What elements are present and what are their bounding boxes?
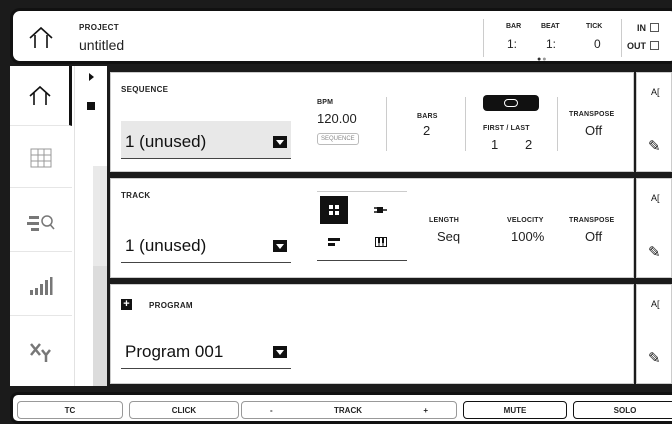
tick-label: TICK <box>586 23 603 30</box>
transport-strip <box>74 66 107 386</box>
out-toggle[interactable]: OUT <box>627 41 659 51</box>
text-edit-icon[interactable]: A[ <box>651 193 660 203</box>
scrollbar-thumb[interactable] <box>93 266 107 386</box>
bpm-value[interactable]: 120.00 <box>317 111 357 126</box>
click-button[interactable]: CLICK <box>129 401 239 419</box>
play-icon[interactable] <box>89 73 94 81</box>
out-label: OUT <box>627 41 646 51</box>
mode-sidebar <box>10 66 74 386</box>
sequence-panel: SEQUENCE 1 (unused) BPM 120.00 SEQUENCE … <box>110 72 634 172</box>
beat-value[interactable]: 1: <box>546 37 556 51</box>
sequence-title: SEQUENCE <box>121 85 169 94</box>
text-edit-icon[interactable]: A[ <box>651 87 660 97</box>
solo-button[interactable]: SOLO <box>573 401 672 419</box>
sidebar-item-xy[interactable] <box>10 322 72 382</box>
sidebar-item-browse[interactable] <box>10 192 72 252</box>
a-label: A <box>651 299 658 309</box>
tick-value[interactable]: 0 <box>594 37 601 51</box>
transpose-value[interactable]: Off <box>585 229 602 244</box>
divider <box>483 19 484 57</box>
piano-keys-icon[interactable] <box>367 228 395 256</box>
divider <box>557 97 558 151</box>
chevron-down-icon <box>273 346 287 358</box>
app-frame: PROJECT untitled BAR BEAT TICK 1: 1: 0 ●… <box>0 0 672 424</box>
chevron-down-icon <box>273 136 287 148</box>
velocity-value[interactable]: 100% <box>511 229 544 244</box>
track-type-selector <box>317 191 407 261</box>
bars-value[interactable]: 2 <box>423 123 430 138</box>
program-value: Program 001 <box>125 342 224 361</box>
transpose-label: TRANSPOSE <box>569 217 615 224</box>
track-side: A[ ✎ <box>636 178 672 278</box>
top-bar: PROJECT untitled BAR BEAT TICK 1: 1: 0 ●… <box>10 8 672 64</box>
tc-button[interactable]: TC <box>17 401 123 419</box>
in-toggle[interactable]: IN <box>637 23 659 33</box>
beat-label: BEAT <box>541 23 560 30</box>
sequence-side: A[ ✎ <box>636 72 672 172</box>
pencil-icon[interactable]: ✎ <box>648 137 661 155</box>
browse-icon <box>27 214 55 231</box>
sidebar-item-levels[interactable] <box>10 256 72 316</box>
track-value: 1 (unused) <box>125 236 207 255</box>
program-panel: + PROGRAM Program 001 <box>110 284 634 384</box>
text-edit-icon[interactable]: A[ <box>651 299 660 309</box>
length-label: LENGTH <box>429 217 459 224</box>
sequence-button[interactable]: SEQUENCE <box>317 133 359 145</box>
track-panel: TRACK 1 (unused) LENGTH Seq VELOCITY 100… <box>110 178 634 278</box>
bar-label: BAR <box>506 23 522 30</box>
stop-icon[interactable] <box>87 102 95 110</box>
bpm-label: BPM <box>317 99 334 106</box>
drum-grid-icon[interactable] <box>320 196 348 224</box>
keygroup-icon[interactable] <box>320 228 348 256</box>
sequence-value: 1 (unused) <box>125 132 207 151</box>
bottom-bar: TC CLICK - TRACK + MUTE SOLO <box>10 392 672 424</box>
loop-button[interactable] <box>483 95 539 111</box>
sidebar-item-home[interactable] <box>10 66 72 126</box>
add-program-button[interactable]: + <box>121 299 132 310</box>
mute-button[interactable]: MUTE <box>463 401 567 419</box>
bar-value[interactable]: 1: <box>507 37 517 51</box>
program-select[interactable]: Program 001 <box>121 331 291 369</box>
grid-icon <box>30 148 52 167</box>
plugin-icon[interactable] <box>367 196 395 224</box>
divider <box>386 97 387 151</box>
in-checkbox[interactable] <box>650 23 659 32</box>
track-label: TRACK <box>334 405 362 415</box>
track-minus-button[interactable]: - <box>270 406 273 415</box>
xy-icon <box>30 343 51 362</box>
track-select[interactable]: 1 (unused) <box>121 225 291 263</box>
a-label: A <box>651 87 658 97</box>
out-checkbox[interactable] <box>650 41 659 50</box>
pencil-icon[interactable]: ✎ <box>648 243 661 261</box>
track-title: TRACK <box>121 191 151 200</box>
transpose-label: TRANSPOSE <box>569 111 615 118</box>
sidebar-item-grid[interactable] <box>10 128 72 188</box>
divider <box>465 97 466 151</box>
home-icon[interactable] <box>27 25 55 51</box>
first-value[interactable]: 1 <box>491 137 498 152</box>
transpose-value[interactable]: Off <box>585 123 602 138</box>
length-value[interactable]: Seq <box>437 229 460 244</box>
first-last-label: FIRST / LAST <box>483 125 530 132</box>
levels-icon <box>30 276 53 295</box>
velocity-label: VELOCITY <box>507 217 544 224</box>
chevron-down-icon <box>273 240 287 252</box>
a-label: A <box>651 193 658 203</box>
project-label: PROJECT <box>79 23 119 32</box>
track-stepper[interactable]: - TRACK + <box>241 401 457 419</box>
bars-label: BARS <box>417 113 438 120</box>
pencil-icon[interactable]: ✎ <box>648 349 661 367</box>
program-title: PROGRAM <box>149 301 193 310</box>
divider <box>621 19 622 57</box>
track-plus-button[interactable]: + <box>423 406 428 415</box>
in-label: IN <box>637 23 646 33</box>
last-value[interactable]: 2 <box>525 137 532 152</box>
page-dots: ●● <box>537 56 548 63</box>
project-name[interactable]: untitled <box>79 37 124 53</box>
program-side: A[ ✎ <box>636 284 672 384</box>
home-icon <box>28 85 51 105</box>
sequence-select[interactable]: 1 (unused) <box>121 121 291 159</box>
